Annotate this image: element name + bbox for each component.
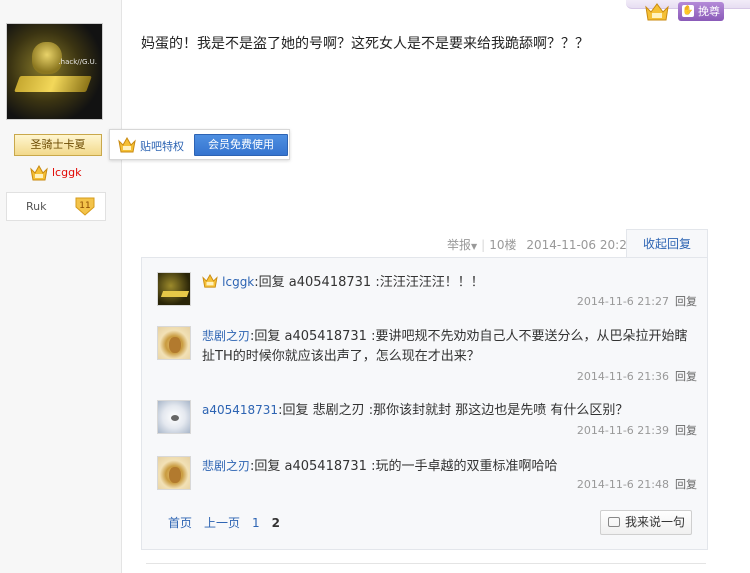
reply-button[interactable]: 回复	[675, 478, 697, 491]
level-number: 11	[79, 201, 90, 211]
collapse-replies-button[interactable]: 收起回复	[626, 229, 708, 258]
report-link[interactable]: 举报▼	[447, 238, 477, 252]
privilege-popup: 贴吧特权 会员免费使用	[109, 129, 290, 160]
title-badge[interactable]: 圣骑士卡夏	[14, 134, 102, 156]
rank-name: Ruk	[26, 200, 47, 213]
reply-meta: 2014-11-6 21:27 回复	[577, 293, 697, 309]
floor-number: 10楼	[489, 238, 517, 252]
reply-avatar[interactable]	[157, 456, 191, 490]
crown-icon	[202, 273, 218, 288]
reply-avatar[interactable]	[157, 272, 191, 306]
caret-down-icon: ▼	[471, 242, 478, 251]
reply-box: lcggk:回复 a405418731 :汪汪汪汪汪！！！ 2014-11-6 …	[141, 257, 708, 550]
post-content: 妈蛋的！我是不是盗了她的号啊？这死女人是不是要来给我跪舔啊？？？	[141, 36, 589, 52]
reply-text: :回复 a405418731 :要讲吧规不先劝劝自己人不要送分么，从巴朵拉开始瞎…	[202, 329, 688, 364]
reply-time: 2014-11-6 21:36	[576, 370, 669, 383]
divider	[146, 563, 706, 564]
rank-box[interactable]: Ruk 11	[6, 192, 106, 221]
reply-username[interactable]: 悲剧之刃	[202, 329, 250, 343]
reply-button[interactable]: 回复	[675, 295, 697, 308]
pager-current-page: 2	[271, 516, 281, 530]
reply-item: 悲剧之刃:回复 a405418731 :玩的一手卓越的双重标准啊哈哈 2014-…	[157, 456, 697, 496]
top-badge-area: ✋ 挽尊	[626, 0, 750, 24]
post-time: 2014-11-06 20:29	[526, 238, 635, 252]
level-badge-icon: 11	[75, 197, 95, 216]
pager-prev[interactable]: 上一页	[204, 516, 240, 530]
reply-time: 2014-11-6 21:48	[576, 478, 669, 491]
reply-avatar[interactable]	[157, 326, 191, 360]
reply-item: lcggk:回复 a405418731 :汪汪汪汪汪！！！ 2014-11-6 …	[157, 272, 697, 312]
privilege-link[interactable]: 贴吧特权	[140, 138, 184, 154]
protect-label: 挽尊	[698, 5, 720, 18]
reply-username[interactable]: a405418731	[202, 403, 278, 417]
comment-bubble-icon	[608, 517, 620, 527]
member-crown-icon	[645, 3, 669, 21]
reply-time: 2014-11-6 21:39	[576, 424, 669, 437]
author-username[interactable]: lcggk	[52, 166, 81, 179]
crown-icon	[30, 165, 48, 181]
add-reply-label: 我来说一句	[625, 515, 686, 529]
post-meta: 举报▼ | 10楼 2014-11-06 20:29	[447, 238, 635, 252]
author-avatar[interactable]: .hack//G.U.	[6, 23, 103, 120]
crown-icon	[118, 137, 136, 153]
reply-body: 悲剧之刃:回复 a405418731 :要讲吧规不先劝劝自己人不要送分么，从巴朵…	[202, 326, 697, 367]
report-label: 举报	[447, 238, 472, 252]
vip-free-button[interactable]: 会员免费使用	[194, 134, 288, 156]
reply-meta: 2014-11-6 21:48 回复	[577, 476, 697, 492]
reply-item: 悲剧之刃:回复 a405418731 :要讲吧规不先劝劝自己人不要送分么，从巴朵…	[157, 326, 697, 384]
reply-username[interactable]: lcggk	[222, 275, 254, 289]
protect-button[interactable]: ✋ 挽尊	[678, 2, 724, 21]
pager-first[interactable]: 首页	[168, 516, 192, 530]
reply-pager: 首页 上一页 1 2	[168, 514, 280, 531]
reply-time: 2014-11-6 21:27	[576, 295, 669, 308]
reply-button[interactable]: 回复	[675, 424, 697, 437]
hand-icon: ✋	[682, 5, 694, 17]
reply-body: a405418731:回复 悲剧之刃 :那你该封就封 那这边也是先喷 有什么区别…	[202, 400, 697, 421]
reply-username[interactable]: 悲剧之刃	[202, 459, 250, 473]
add-reply-button[interactable]: 我来说一句	[600, 510, 692, 535]
reply-body: 悲剧之刃:回复 a405418731 :玩的一手卓越的双重标准啊哈哈	[202, 456, 697, 477]
reply-text: :回复 a405418731 :玩的一手卓越的双重标准啊哈哈	[250, 459, 558, 474]
pager-page-1[interactable]: 1	[252, 516, 260, 530]
reply-avatar[interactable]	[157, 400, 191, 434]
author-sidebar: .hack//G.U. 圣骑士卡夏 lcggk Ruk 11	[0, 0, 122, 573]
reply-text: :回复 a405418731 :汪汪汪汪汪！！！	[254, 275, 484, 290]
reply-meta: 2014-11-6 21:39 回复	[577, 422, 697, 438]
reply-text: :回复 悲剧之刃 :那你该封就封 那这边也是先喷 有什么区别？	[278, 403, 629, 418]
reply-body: lcggk:回复 a405418731 :汪汪汪汪汪！！！	[202, 272, 697, 293]
reply-button[interactable]: 回复	[675, 370, 697, 383]
reply-meta: 2014-11-6 21:36 回复	[577, 368, 697, 384]
avatar-text: .hack//G.U.	[58, 58, 97, 66]
reply-item: a405418731:回复 悲剧之刃 :那你该封就封 那这边也是先喷 有什么区别…	[157, 400, 697, 440]
